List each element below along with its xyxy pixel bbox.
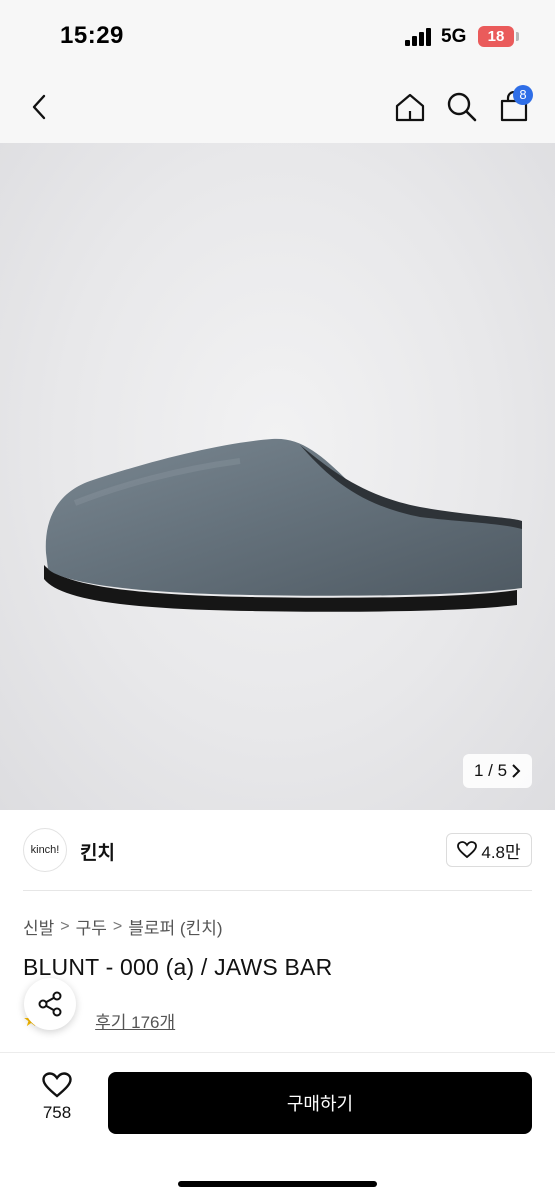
- image-counter-text: 1 / 5: [473, 761, 508, 780]
- breadcrumb-item[interactable]: 구두: [76, 914, 107, 939]
- chevron-right-icon: [512, 764, 521, 778]
- search-button[interactable]: [442, 70, 482, 143]
- heart-icon: [457, 841, 478, 859]
- back-icon: [32, 94, 46, 119]
- home-indicator: [178, 1181, 377, 1187]
- brand-like-count: 4.8만: [481, 842, 521, 862]
- buy-button[interactable]: 구매하기: [108, 1072, 532, 1134]
- signal-icon: [405, 28, 431, 46]
- chevron-right-icon: >: [112, 917, 123, 935]
- brand-name[interactable]: 킨치: [80, 838, 115, 865]
- brand-logo[interactable]: kinch!: [23, 828, 67, 872]
- review-link[interactable]: 후기 176개: [95, 1008, 175, 1033]
- heart-icon: [42, 1072, 72, 1098]
- search-icon: [447, 92, 477, 121]
- product-image[interactable]: [0, 143, 555, 810]
- divider: [23, 890, 532, 891]
- battery-level: 18: [487, 28, 505, 45]
- wishlist-button[interactable]: 758: [30, 1072, 84, 1134]
- share-icon: [38, 991, 62, 1017]
- brand-like-button[interactable]: 4.8만: [446, 833, 532, 867]
- home-button[interactable]: [390, 70, 430, 143]
- breadcrumb-item[interactable]: 신발: [23, 914, 54, 939]
- chevron-right-icon: >: [60, 917, 70, 935]
- battery-cap: [516, 32, 519, 41]
- status-bar: 15:29 5G 18: [0, 0, 555, 70]
- bottom-bar-divider: [0, 1052, 555, 1053]
- network-label: 5G: [441, 26, 467, 47]
- cart-button[interactable]: [494, 70, 534, 143]
- status-time: 15:29: [60, 22, 124, 49]
- nav-bar: [0, 70, 555, 143]
- product-photo: [44, 438, 522, 612]
- breadcrumb-item[interactable]: 블로퍼 (킨치): [128, 914, 222, 939]
- brand-logo-text: kinch!: [30, 844, 60, 856]
- breadcrumb: 신발 > 구두 > 블로퍼 (킨치): [23, 914, 223, 939]
- home-icon: [395, 93, 425, 121]
- battery-icon: 18: [478, 26, 514, 47]
- wishlist-count: 758: [42, 1103, 72, 1122]
- product-title: BLUNT - 000 (a) / JAWS BAR: [23, 954, 333, 980]
- share-button[interactable]: [24, 978, 76, 1030]
- back-button[interactable]: [22, 70, 58, 143]
- cart-count-badge: 8: [513, 85, 533, 105]
- image-counter[interactable]: 1 / 5: [463, 754, 532, 788]
